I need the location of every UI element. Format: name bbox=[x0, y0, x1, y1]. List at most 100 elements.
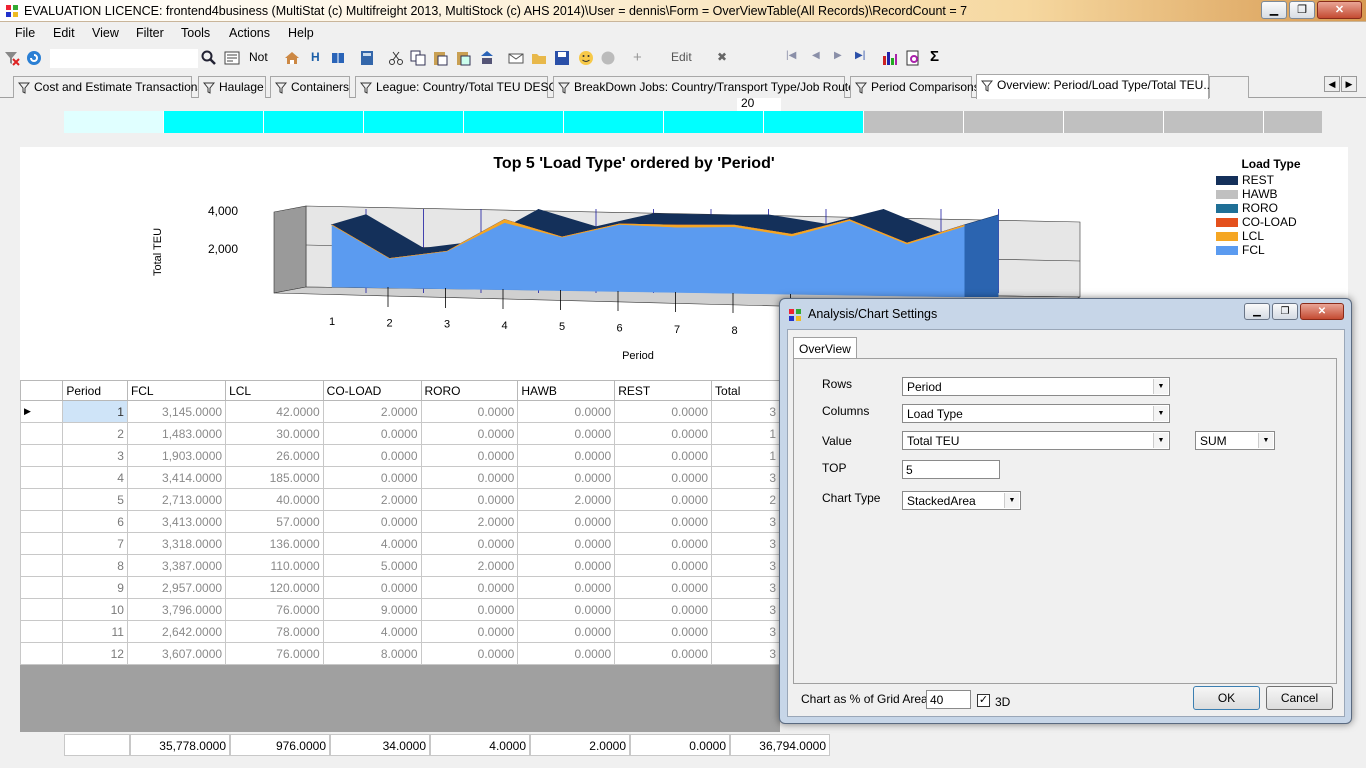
smiley-icon[interactable] bbox=[578, 50, 594, 66]
dialog-close-button[interactable]: ✕ bbox=[1300, 303, 1344, 320]
table-cell[interactable]: 40.0000 bbox=[225, 488, 324, 511]
row-selector[interactable] bbox=[20, 532, 64, 555]
chart-percent-input[interactable]: 40 bbox=[926, 690, 971, 709]
table-cell[interactable]: 0.0000 bbox=[614, 620, 713, 643]
table-cell[interactable]: 0.0000 bbox=[517, 422, 616, 445]
tab-overview[interactable]: Overview: Period/Load Type/Total TEU... bbox=[976, 74, 1213, 99]
column-header[interactable]: Period bbox=[62, 380, 128, 401]
table-row[interactable]: ▶ 1 3,145.0000 42.0000 2.0000 0.0000 0.0000 0.0… bbox=[20, 400, 780, 423]
table-cell[interactable]: 78.0000 bbox=[225, 620, 324, 643]
save-icon[interactable] bbox=[554, 50, 570, 66]
table-cell[interactable]: 0.0000 bbox=[614, 444, 713, 467]
row-selector[interactable] bbox=[20, 510, 64, 533]
table-cell[interactable]: 3,796.0000 bbox=[126, 598, 227, 621]
record-icon[interactable] bbox=[600, 50, 616, 66]
table-cell[interactable]: 7 bbox=[62, 532, 128, 555]
calculator-icon[interactable] bbox=[359, 50, 375, 66]
paste-icon[interactable] bbox=[432, 50, 448, 66]
table-row[interactable]: 3 1,903.0000 26.0000 0.0000 0.0000 0.0000 0.00… bbox=[20, 444, 780, 467]
table-cell[interactable]: 4 bbox=[62, 466, 128, 489]
table-row[interactable]: 4 3,414.0000 185.0000 0.0000 0.0000 0.0000 0.0… bbox=[20, 466, 780, 489]
table-cell[interactable]: 2.0000 bbox=[322, 488, 422, 511]
table-cell[interactable]: 10 bbox=[62, 598, 128, 621]
table-cell[interactable]: 2,713.0000 bbox=[126, 488, 227, 511]
table-cell[interactable]: 185.0000 bbox=[225, 466, 324, 489]
table-cell[interactable]: 0.0000 bbox=[420, 466, 519, 489]
copy-icon[interactable] bbox=[410, 50, 426, 66]
close-button[interactable]: ✕ bbox=[1317, 1, 1362, 19]
table-cell[interactable]: 0.0000 bbox=[420, 598, 519, 621]
table-cell[interactable]: 3 bbox=[62, 444, 128, 467]
column-header[interactable]: RORO bbox=[420, 380, 519, 401]
table-cell[interactable]: 0.0000 bbox=[420, 620, 519, 643]
table-cell[interactable]: 0.0000 bbox=[517, 532, 616, 555]
email-icon[interactable] bbox=[508, 50, 524, 66]
table-cell[interactable]: 0.0000 bbox=[517, 554, 616, 577]
delete-record-button[interactable]: ✖ bbox=[717, 50, 727, 64]
table-cell[interactable]: 3 bbox=[711, 642, 780, 665]
nav-last-button[interactable]: ▶| bbox=[855, 50, 865, 61]
table-row[interactable]: 2 1,483.0000 30.0000 0.0000 0.0000 0.0000 0.00… bbox=[20, 422, 780, 445]
add-record-button[interactable]: + bbox=[633, 49, 642, 66]
table-cell[interactable]: 8 bbox=[62, 554, 128, 577]
tab-league[interactable]: League: Country/Total TEU DESC bbox=[355, 76, 557, 98]
table-cell[interactable]: 4.0000 bbox=[322, 620, 422, 643]
menu-filter[interactable]: Filter bbox=[136, 26, 164, 40]
table-cell[interactable]: 57.0000 bbox=[225, 510, 324, 533]
table-cell[interactable]: 3,414.0000 bbox=[126, 466, 227, 489]
table-cell[interactable]: 0.0000 bbox=[614, 488, 713, 511]
table-cell[interactable]: 3 bbox=[711, 466, 780, 489]
table-cell[interactable]: 0.0000 bbox=[614, 510, 713, 533]
table-cell[interactable]: 1,903.0000 bbox=[126, 444, 227, 467]
aggregate-select[interactable]: SUM ▼ bbox=[1195, 431, 1275, 450]
table-cell[interactable]: 2 bbox=[711, 488, 780, 511]
table-cell[interactable]: 30.0000 bbox=[225, 422, 324, 445]
table-cell[interactable]: 0.0000 bbox=[614, 642, 713, 665]
table-cell[interactable]: 0.0000 bbox=[517, 598, 616, 621]
tab-empty[interactable] bbox=[1209, 76, 1249, 98]
home-icon[interactable] bbox=[284, 50, 300, 66]
table-cell[interactable]: 2.0000 bbox=[420, 510, 519, 533]
table-cell[interactable]: 9 bbox=[62, 576, 128, 599]
maximize-button[interactable]: ❐ bbox=[1289, 1, 1315, 19]
table-cell[interactable]: 2.0000 bbox=[322, 400, 422, 423]
value-select[interactable]: Total TEU ▼ bbox=[902, 431, 1170, 450]
bar-chart-icon[interactable] bbox=[882, 50, 898, 66]
row-selector[interactable] bbox=[20, 576, 64, 599]
edit-button[interactable]: Edit bbox=[671, 50, 692, 64]
table-cell[interactable]: 0.0000 bbox=[614, 598, 713, 621]
three-d-checkbox[interactable]: ✓ bbox=[977, 694, 990, 707]
table-cell[interactable]: 120.0000 bbox=[225, 576, 324, 599]
not-button[interactable]: Not bbox=[249, 50, 268, 64]
table-cell[interactable]: 3 bbox=[711, 400, 780, 423]
book-icon[interactable] bbox=[330, 50, 346, 66]
menu-file[interactable]: File bbox=[15, 26, 35, 40]
table-cell[interactable]: 3,413.0000 bbox=[126, 510, 227, 533]
table-row[interactable]: 7 3,318.0000 136.0000 4.0000 0.0000 0.0000 0.0… bbox=[20, 532, 780, 555]
table-cell[interactable]: 3,145.0000 bbox=[126, 400, 227, 423]
row-selector[interactable] bbox=[20, 422, 64, 445]
row-selector[interactable] bbox=[20, 620, 64, 643]
table-cell[interactable]: 3 bbox=[711, 576, 780, 599]
row-selector[interactable] bbox=[20, 466, 64, 489]
table-cell[interactable]: 3 bbox=[711, 510, 780, 533]
tab-overview-settings[interactable]: OverView bbox=[793, 337, 857, 359]
tab-cost-estimate[interactable]: Cost and Estimate Transactions bbox=[13, 76, 203, 98]
rows-select[interactable]: Period ▼ bbox=[902, 377, 1170, 396]
table-cell[interactable]: 4.0000 bbox=[322, 532, 422, 555]
nav-first-button[interactable]: |◀ bbox=[786, 50, 796, 61]
tab-period-comparisons[interactable]: Period Comparisons bbox=[850, 76, 980, 98]
table-row[interactable]: 12 3,607.0000 76.0000 8.0000 0.0000 0.0000 0.0… bbox=[20, 642, 780, 665]
table-cell[interactable]: 0.0000 bbox=[614, 422, 713, 445]
table-cell[interactable]: 0.0000 bbox=[517, 642, 616, 665]
table-cell[interactable]: 3,318.0000 bbox=[126, 532, 227, 555]
refresh-icon[interactable] bbox=[26, 50, 42, 66]
table-cell[interactable]: 8.0000 bbox=[322, 642, 422, 665]
table-cell[interactable]: 12 bbox=[62, 642, 128, 665]
sum-button[interactable]: Σ bbox=[930, 48, 939, 65]
table-cell[interactable]: 0.0000 bbox=[420, 422, 519, 445]
table-cell[interactable]: 0.0000 bbox=[420, 576, 519, 599]
table-cell[interactable]: 0.0000 bbox=[614, 554, 713, 577]
table-cell[interactable]: 5.0000 bbox=[322, 554, 422, 577]
cut-icon[interactable] bbox=[388, 50, 404, 66]
